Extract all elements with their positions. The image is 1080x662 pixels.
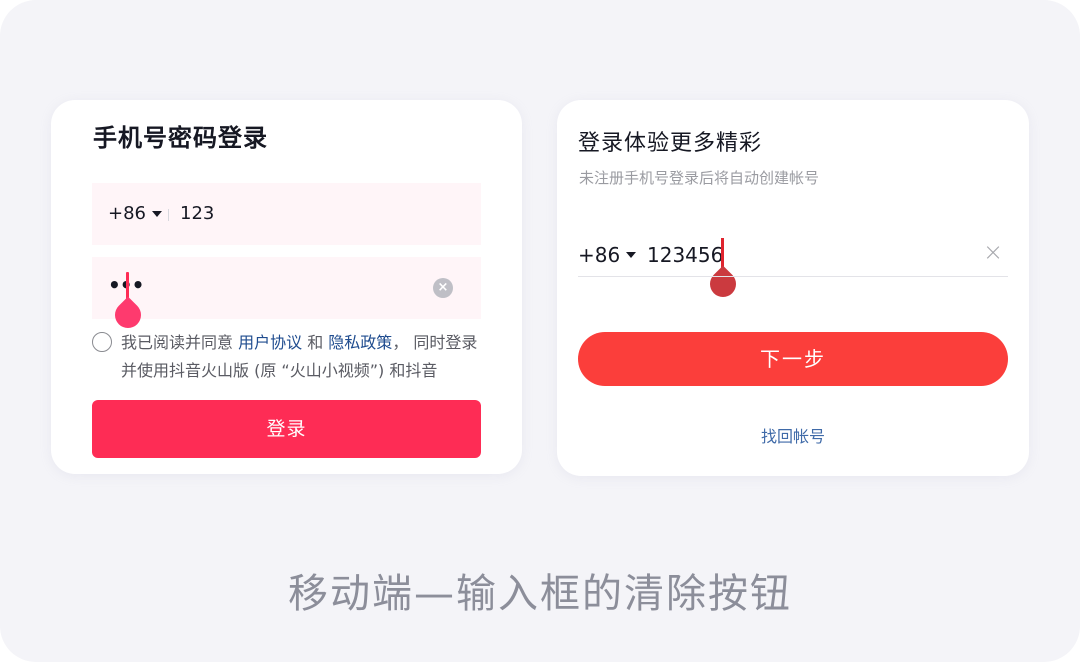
agreement-text: 我已阅读并同意 用户协议 和 隐私政策， 同时登录并使用抖音火山版 (原 “火山… (121, 329, 486, 385)
clear-circle-icon[interactable]: × (433, 278, 453, 298)
card-title: 登录体验更多精彩 (578, 131, 763, 156)
input-underline (578, 276, 1008, 277)
phone-input-value[interactable]: 123 (180, 203, 214, 224)
password-login-card: 手机号密码登录 +86 123 ••• × 我已阅读并同意 用户协议 和 隐私政… (51, 100, 522, 474)
phone-input-value[interactable]: 123456 (647, 243, 723, 267)
agreement-prefix: 我已阅读并同意 (121, 333, 239, 352)
canvas: 手机号密码登录 +86 123 ••• × 我已阅读并同意 用户协议 和 隐私政… (0, 0, 1080, 662)
caret-down-icon (626, 252, 637, 258)
phone-field[interactable]: +86 123 (92, 183, 481, 245)
login-button[interactable]: 登录 (92, 400, 481, 458)
field-divider (168, 209, 169, 221)
text-cursor-handle-icon[interactable] (704, 265, 742, 303)
text-cursor-handle-icon[interactable] (109, 296, 147, 334)
country-code-label: +86 (578, 243, 621, 267)
radio-unchecked-icon[interactable] (92, 332, 112, 352)
country-code-selector[interactable]: +86 (108, 203, 162, 224)
password-field[interactable]: ••• × (92, 257, 481, 334)
find-account-link[interactable]: 找回帐号 (557, 423, 1029, 447)
close-icon[interactable]: × (983, 238, 1003, 266)
card-title: 手机号密码登录 (93, 124, 268, 152)
caret-down-icon (152, 210, 162, 217)
country-code-label: +86 (108, 203, 146, 224)
agreement-and: 和 (302, 333, 329, 352)
page-caption: 移动端—输入框的清除按钮 (288, 571, 792, 617)
sms-login-card: 登录体验更多精彩 未注册手机号登录后将自动创建帐号 +86 123456 × 下… (557, 100, 1029, 476)
privacy-policy-link[interactable]: 隐私政策 (328, 333, 392, 352)
country-code-selector[interactable]: +86 (578, 243, 637, 267)
card-subtitle: 未注册手机号登录后将自动创建帐号 (579, 169, 820, 187)
next-step-button[interactable]: 下一步 (578, 332, 1008, 386)
user-agreement-link[interactable]: 用户协议 (238, 333, 302, 352)
